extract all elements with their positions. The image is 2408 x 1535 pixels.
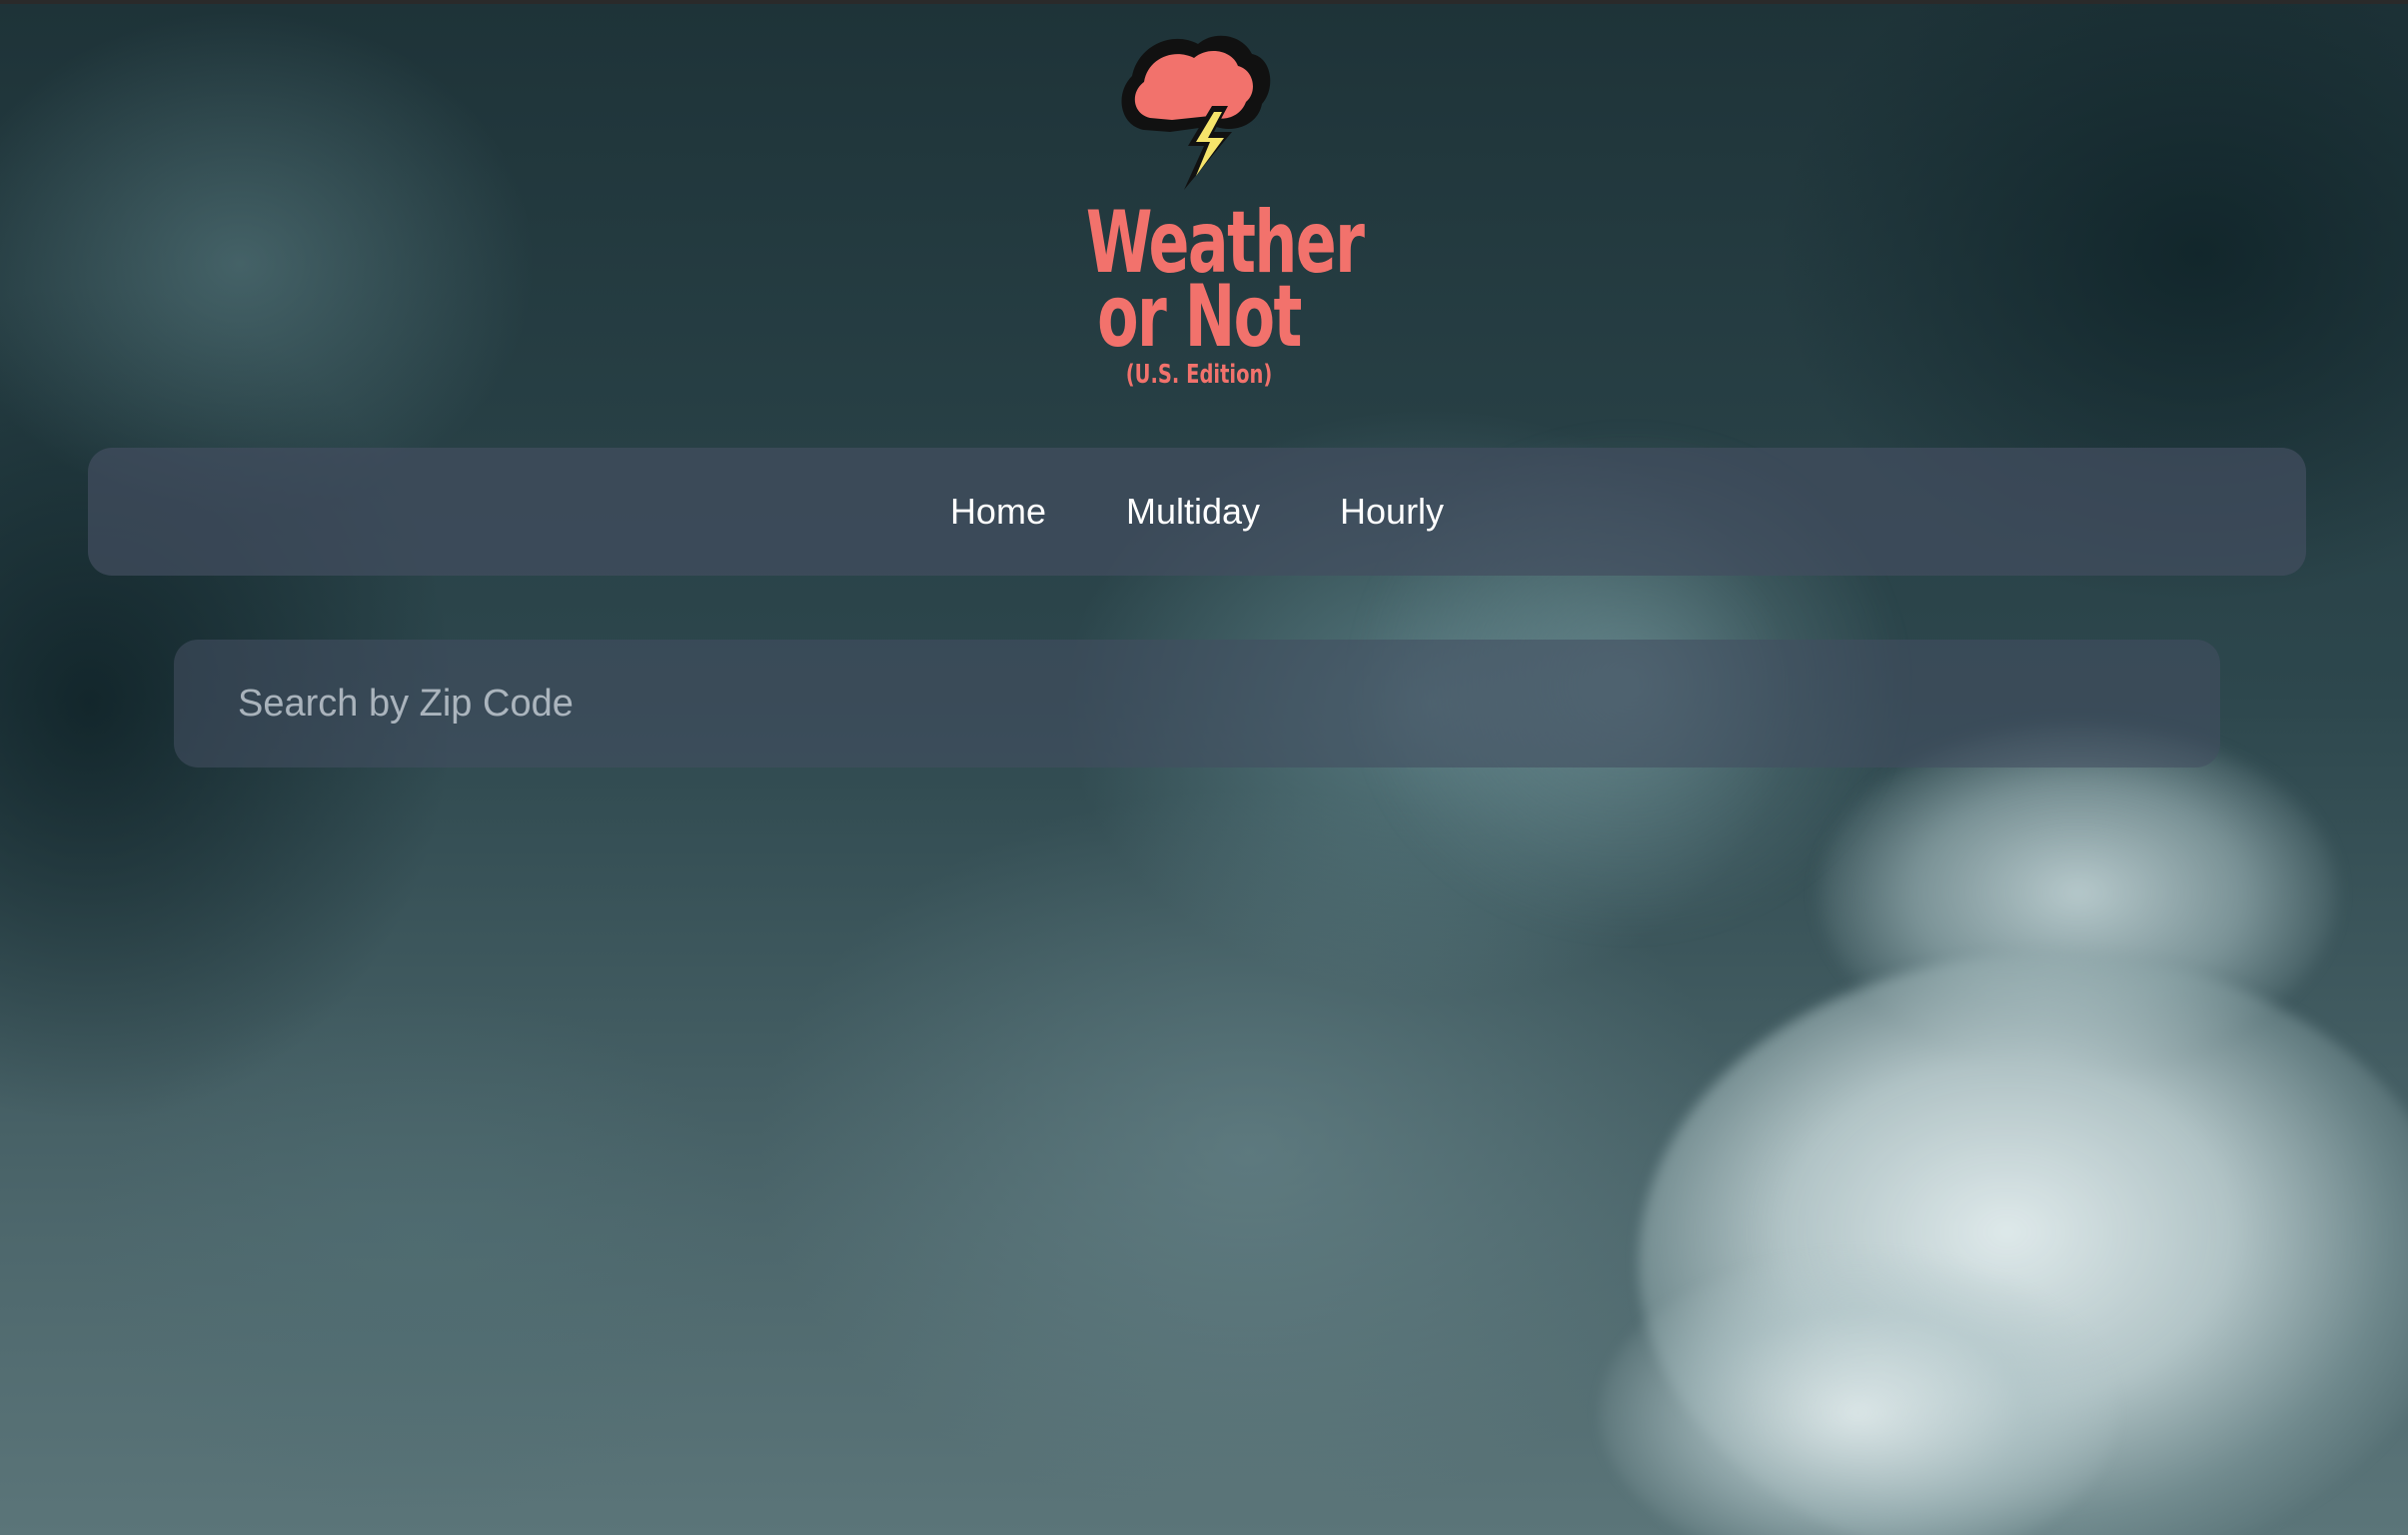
logo-title-line2: or Not [1097, 267, 1302, 367]
background-cloud [1818, 724, 2338, 1063]
app-logo: Weather or Not (U.S. Edition) [1054, 22, 1365, 402]
logo-subtitle: (U.S. Edition) [1125, 360, 1273, 390]
search-bar [174, 640, 2220, 768]
storm-cloud-lightning-icon [1121, 35, 1271, 190]
background-cloud [1639, 953, 2408, 1535]
main-navbar: Home Multiday Hourly [88, 448, 2306, 576]
zip-code-search-input[interactable] [174, 640, 2220, 768]
nav-link-multiday[interactable]: Multiday [1086, 477, 1300, 547]
nav-link-hourly[interactable]: Hourly [1300, 477, 1484, 547]
background-cloud [1599, 1253, 2118, 1535]
app-page: Weather or Not (U.S. Edition) Home Multi… [0, 0, 2408, 1535]
nav-link-home[interactable]: Home [910, 477, 1086, 547]
